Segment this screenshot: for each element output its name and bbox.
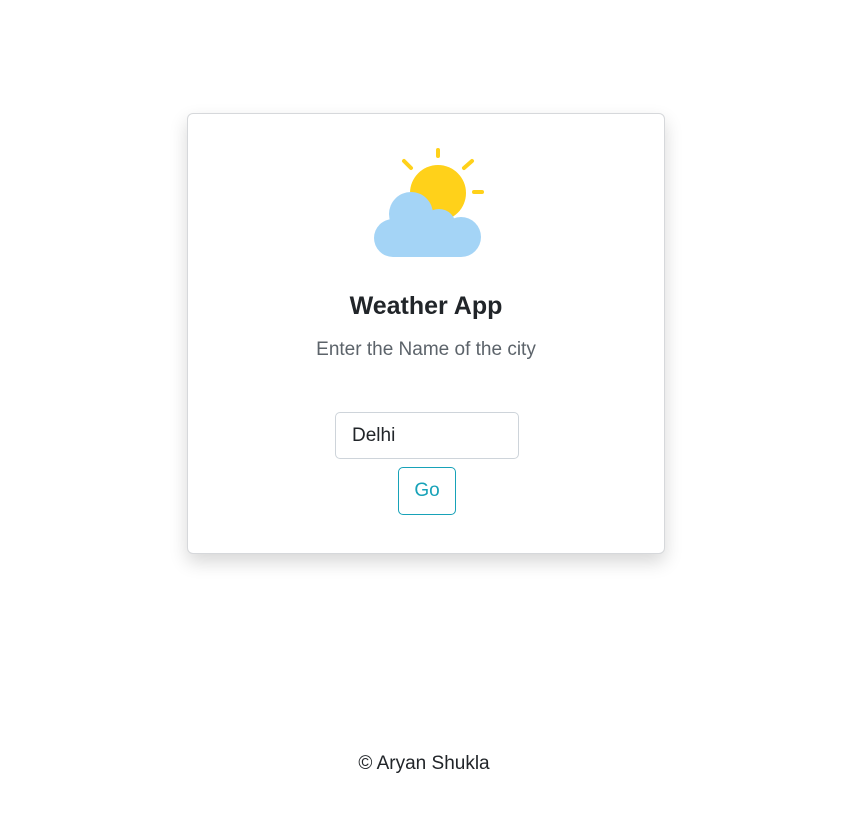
weather-card: Weather App Enter the Name of the city G…: [187, 113, 665, 554]
go-button[interactable]: Go: [398, 467, 456, 515]
city-input[interactable]: [335, 412, 519, 459]
sun-behind-cloud-icon: [374, 148, 484, 257]
city-prompt: Enter the Name of the city: [316, 339, 536, 360]
footer-copyright: © Aryan Shukla: [358, 753, 490, 774]
app-title: Weather App: [349, 292, 503, 320]
